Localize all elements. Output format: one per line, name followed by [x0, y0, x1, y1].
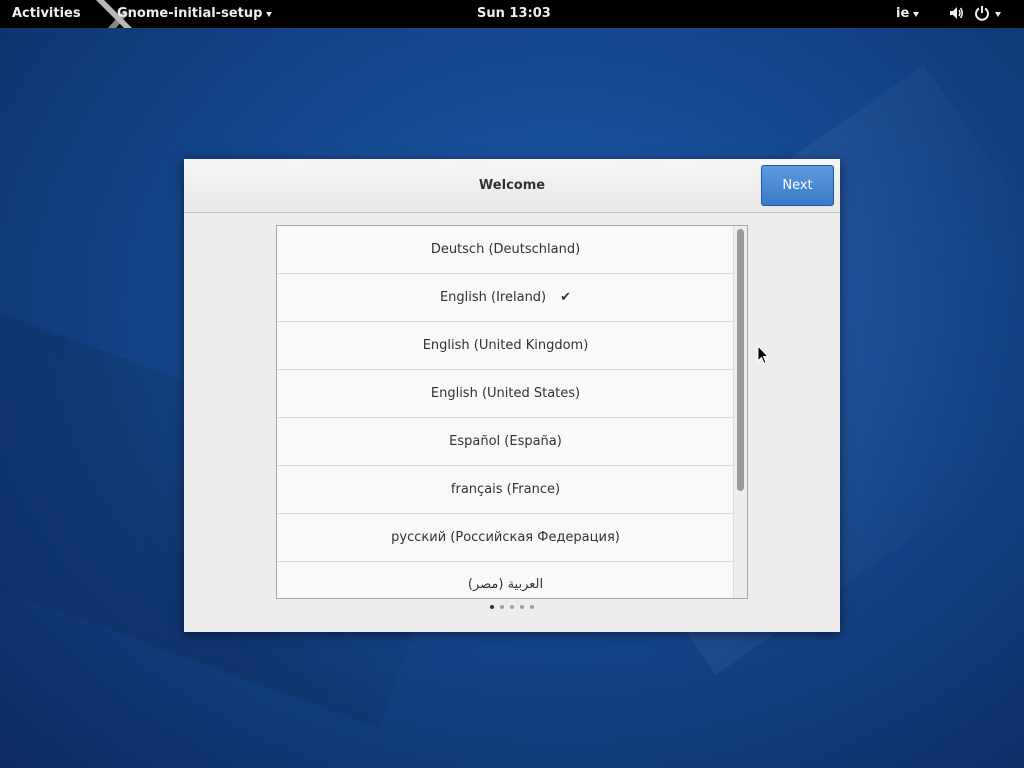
activities-button[interactable]: Activities	[12, 6, 81, 21]
language-label: français (France)	[450, 482, 561, 497]
dialog-header: Welcome Next	[184, 159, 840, 213]
keyboard-layout-menu[interactable]: ie	[896, 6, 920, 21]
language-label: English (Ireland)	[439, 290, 547, 305]
language-row-4[interactable]: Español (España)	[277, 418, 734, 466]
keyboard-layout-label: ie	[896, 6, 910, 21]
top-bar: Activities Gnome-initial-setup Sun 13:03…	[0, 0, 1024, 28]
language-label: English (United Kingdom)	[422, 338, 589, 353]
language-row-2[interactable]: English (United Kingdom)	[277, 322, 734, 370]
clock[interactable]: Sun 13:03	[477, 6, 551, 21]
page-dot-3	[510, 605, 514, 609]
language-row-0[interactable]: Deutsch (Deutschland)	[277, 226, 734, 274]
page-indicator	[184, 605, 840, 609]
chevron-down-icon	[913, 12, 920, 17]
language-row-6[interactable]: русский (Российская Федерация)	[277, 514, 734, 562]
page-dot-5	[530, 605, 534, 609]
language-label: العربية (مصر)	[467, 576, 544, 592]
language-row-5[interactable]: français (France)	[277, 466, 734, 514]
speaker-icon	[950, 7, 963, 19]
next-button[interactable]: Next	[761, 165, 834, 206]
app-menu-label: Gnome-initial-setup	[117, 6, 263, 21]
language-row-7[interactable]: العربية (مصر)	[277, 562, 734, 598]
language-row-1[interactable]: English (Ireland) ✔	[277, 274, 734, 322]
initial-setup-dialog: Welcome Next Deutsch (Deutschland) Engli…	[184, 159, 840, 632]
language-list[interactable]: Deutsch (Deutschland) English (Ireland) …	[276, 225, 748, 599]
app-menu[interactable]: Gnome-initial-setup	[117, 6, 273, 21]
language-label: English (United States)	[430, 386, 581, 401]
scrollbar-thumb[interactable]	[737, 229, 744, 491]
power-menu[interactable]	[974, 5, 1001, 21]
language-row-3[interactable]: English (United States)	[277, 370, 734, 418]
page-dot-4	[520, 605, 524, 609]
language-rows: Deutsch (Deutschland) English (Ireland) …	[277, 226, 734, 598]
chevron-down-icon	[266, 12, 273, 17]
mouse-pointer-icon	[757, 345, 769, 365]
power-icon	[975, 6, 989, 21]
dialog-title: Welcome	[478, 178, 546, 193]
language-label: Deutsch (Deutschland)	[430, 242, 581, 257]
checkmark-icon: ✔	[560, 290, 572, 305]
chevron-down-icon	[995, 11, 1001, 17]
language-label: Español (España)	[449, 434, 562, 449]
language-label: русский (Российская Федерация)	[391, 530, 620, 545]
scrollbar[interactable]	[733, 226, 747, 598]
page-dot-1	[490, 605, 494, 609]
system-menu[interactable]	[948, 5, 1001, 21]
page-dot-2	[500, 605, 504, 609]
